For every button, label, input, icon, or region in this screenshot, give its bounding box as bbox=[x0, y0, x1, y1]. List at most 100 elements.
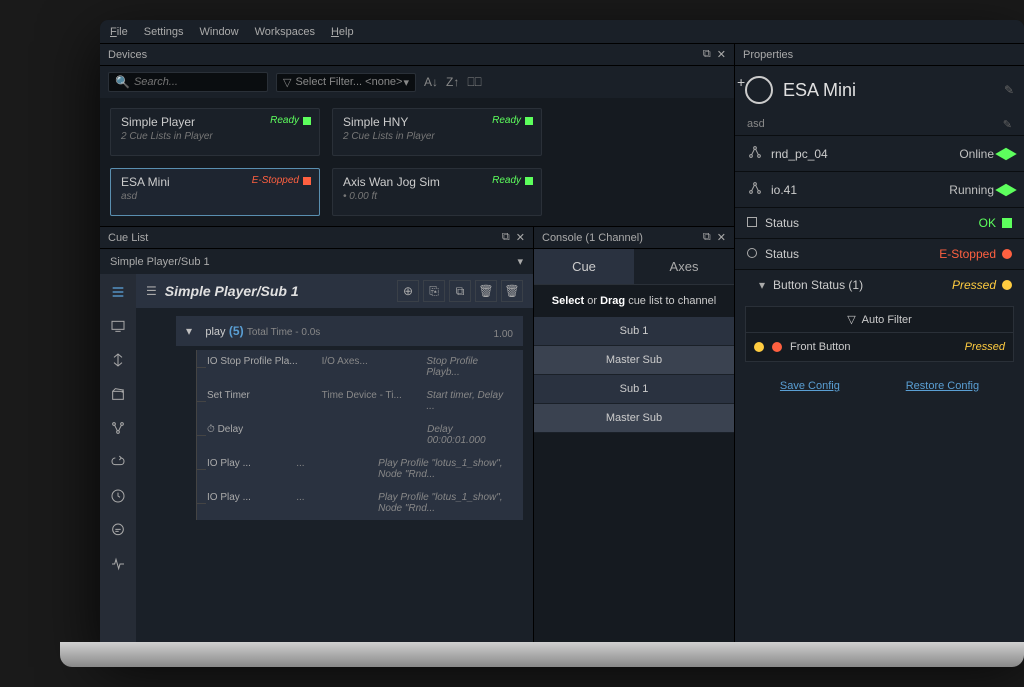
close-icon[interactable]: ✕ bbox=[717, 231, 726, 244]
auto-filter-button[interactable]: ▽ Auto Filter bbox=[746, 307, 1013, 333]
property-value: Online bbox=[959, 147, 994, 161]
device-card-subtitle: asd bbox=[121, 191, 309, 202]
loop-icon[interactable] bbox=[108, 452, 128, 472]
button-status-box: ▽ Auto Filter Front Button Pressed bbox=[745, 306, 1014, 362]
filter-dropdown[interactable]: ▽ Select Filter... <none> ▾ bbox=[276, 73, 416, 92]
monitor-icon[interactable] bbox=[108, 316, 128, 336]
close-icon[interactable]: ✕ bbox=[717, 48, 726, 61]
properties-row[interactable]: io.41 Running bbox=[735, 171, 1024, 207]
menu-file[interactable]: File bbox=[110, 26, 128, 38]
arrows-icon[interactable] bbox=[108, 350, 128, 370]
pulse-icon[interactable] bbox=[108, 554, 128, 574]
clapboard-icon[interactable] bbox=[108, 384, 128, 404]
duplicate-icon[interactable]: ⎘ bbox=[423, 280, 445, 302]
cue-col1: IO Play ... bbox=[207, 492, 280, 514]
tab-cue[interactable]: Cue bbox=[534, 249, 634, 284]
network-icon bbox=[747, 144, 763, 163]
laptop-base bbox=[60, 642, 1024, 667]
properties-row[interactable]: ▾ Button Status (1) Pressed bbox=[735, 269, 1024, 300]
popout-icon[interactable]: ⧉ bbox=[703, 48, 711, 61]
menu-window[interactable]: Window bbox=[200, 26, 239, 38]
cue-play-row[interactable]: ▾ play (5) Total Time - 0.0s 1.00 bbox=[176, 316, 523, 346]
console-item[interactable]: Master Sub bbox=[534, 346, 734, 375]
cue-row[interactable]: IO Stop Profile Pla... I/O Axes... Stop … bbox=[196, 350, 523, 384]
properties-row[interactable]: Status OK bbox=[735, 207, 1024, 238]
menu-settings[interactable]: Settings bbox=[144, 26, 184, 38]
device-card[interactable]: ESA Mini asd E-Stopped bbox=[110, 168, 320, 216]
cuelist-sidebar bbox=[100, 274, 136, 647]
property-value: OK bbox=[979, 216, 996, 230]
cue-col1: IO Play ... bbox=[207, 458, 280, 480]
console-title: Console (1 Channel) bbox=[542, 232, 643, 244]
clock-icon[interactable] bbox=[108, 486, 128, 506]
copy-icon[interactable]: ⧉ bbox=[449, 280, 471, 302]
status-circle-icon bbox=[1002, 249, 1012, 259]
status-square-icon bbox=[1002, 218, 1012, 228]
cue-row[interactable]: IO Play ... ... Play Profile "lotus_1_sh… bbox=[196, 452, 523, 486]
filter-item[interactable]: Front Button Pressed bbox=[746, 333, 1013, 361]
close-icon[interactable]: ✕ bbox=[516, 231, 525, 244]
sort-asc-icon[interactable]: A↓ bbox=[424, 75, 438, 90]
menu-workspaces[interactable]: Workspaces bbox=[255, 26, 315, 38]
properties-device-title: ESA Mini bbox=[783, 80, 856, 101]
cue-col3: Play Profile "lotus_1_show", Node "Rnd..… bbox=[378, 492, 513, 514]
cue-col1: Set Timer bbox=[207, 390, 306, 412]
edit-icon[interactable]: ✎ bbox=[1004, 83, 1014, 97]
status-circle-icon bbox=[1002, 280, 1012, 290]
trash-icon[interactable]: 🗑 bbox=[501, 280, 523, 302]
properties-subtitle: asd bbox=[747, 118, 765, 131]
cue-row[interactable]: Set Timer Time Device - Ti... Start time… bbox=[196, 384, 523, 418]
console-instruction: Select or Drag cue list to channel bbox=[534, 285, 734, 317]
search-input[interactable] bbox=[134, 76, 261, 88]
edit-icon[interactable]: ✎ bbox=[1003, 118, 1012, 131]
menu-help[interactable]: Help bbox=[331, 26, 354, 38]
cue-row[interactable]: IO Play ... ... Play Profile "lotus_1_sh… bbox=[196, 486, 523, 520]
restore-config-link[interactable]: Restore Config bbox=[906, 380, 979, 392]
list-bullet-icon: ☰ bbox=[146, 284, 157, 298]
sort-desc-icon[interactable]: Z↑ bbox=[446, 75, 459, 90]
collapse-icon[interactable]: ▾ bbox=[186, 324, 192, 338]
save-config-link[interactable]: Save Config bbox=[780, 380, 840, 392]
device-status: E-Stopped bbox=[252, 175, 311, 186]
cube-icon bbox=[995, 183, 1017, 195]
cue-col2: Time Device - Ti... bbox=[322, 390, 411, 412]
console-item[interactable]: Master Sub bbox=[534, 404, 734, 433]
devices-title: Devices bbox=[108, 49, 147, 61]
properties-title: Properties bbox=[743, 49, 793, 61]
device-card[interactable]: Simple HNY 2 Cue Lists in Player Ready bbox=[332, 108, 542, 156]
device-card[interactable]: Simple Player 2 Cue Lists in Player Read… bbox=[110, 108, 320, 156]
add-icon[interactable]: + bbox=[737, 74, 745, 90]
chat-icon[interactable] bbox=[108, 520, 128, 540]
console-item[interactable]: Sub 1 bbox=[534, 317, 734, 346]
list-icon[interactable] bbox=[108, 282, 128, 302]
cue-col3: Delay 00:00:01.000 bbox=[427, 424, 513, 446]
status-box-icon bbox=[303, 177, 311, 185]
status-box-icon bbox=[525, 177, 533, 185]
tab-axes[interactable]: Axes bbox=[634, 249, 734, 284]
add-icon[interactable]: ⊕ bbox=[397, 280, 419, 302]
columns-icon[interactable]: ⎕⎕ bbox=[467, 75, 481, 90]
device-card[interactable]: Axis Wan Jog Sim • 0.00 ft Ready bbox=[332, 168, 542, 216]
property-label: Status bbox=[765, 247, 799, 261]
property-label: Status bbox=[765, 216, 799, 230]
search-box[interactable]: 🔍 bbox=[108, 72, 268, 92]
cuelist-dropdown[interactable]: Simple Player/Sub 1 ▾ bbox=[100, 249, 533, 274]
property-value: Running bbox=[949, 183, 994, 197]
popout-icon[interactable]: ⧉ bbox=[502, 231, 510, 244]
properties-row[interactable]: rnd_pc_04 Online bbox=[735, 135, 1024, 171]
chevron-down-icon: ▾ bbox=[403, 76, 409, 89]
cue-col2: I/O Axes... bbox=[322, 356, 411, 378]
delete-icon[interactable]: 🗑 bbox=[475, 280, 497, 302]
cue-row[interactable]: ⏱ Delay Delay 00:00:01.000 bbox=[196, 418, 523, 452]
devices-panel: Devices ⧉ ✕ 🔍 ▽ Select Filt bbox=[100, 44, 734, 227]
console-item[interactable]: Sub 1 bbox=[534, 375, 734, 404]
property-label: rnd_pc_04 bbox=[771, 147, 828, 161]
device-status: Ready bbox=[270, 115, 311, 126]
graph-icon[interactable] bbox=[108, 418, 128, 438]
popout-icon[interactable]: ⧉ bbox=[703, 231, 711, 244]
circle-icon bbox=[747, 247, 757, 261]
status-dot-icon bbox=[754, 342, 764, 352]
cue-col2: ... bbox=[296, 492, 362, 514]
device-status: Ready bbox=[492, 175, 533, 186]
properties-row[interactable]: Status E-Stopped bbox=[735, 238, 1024, 269]
